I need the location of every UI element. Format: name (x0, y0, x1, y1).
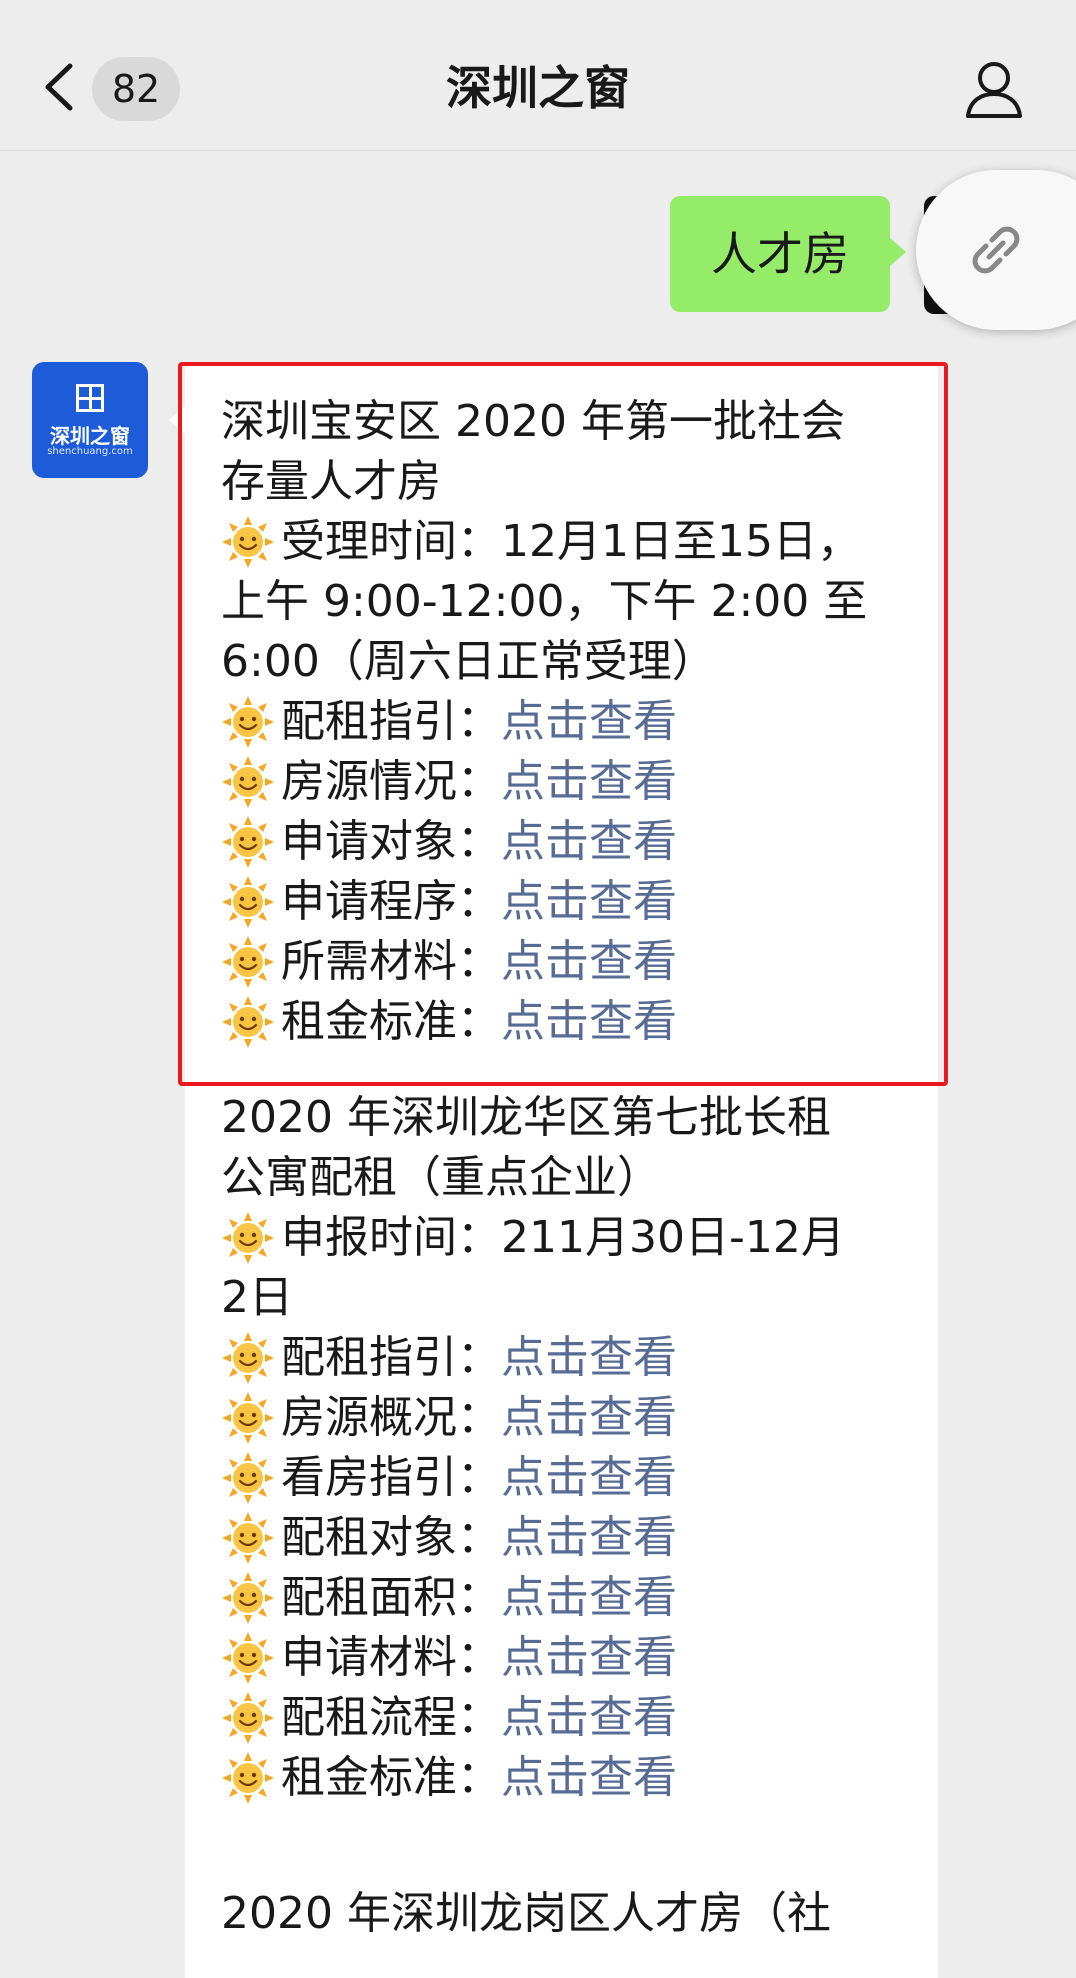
sun-emoji-icon (221, 875, 275, 929)
list-item: 房源概况： 点击查看 (221, 1388, 911, 1448)
sun-emoji-icon (221, 935, 275, 989)
sun-emoji-icon (221, 1451, 275, 1505)
window-logo-icon (76, 384, 104, 412)
time-line: 申报时间：211月30日-12月 (221, 1208, 911, 1268)
view-link[interactable]: 点击查看 (501, 872, 677, 932)
list-item: 配租面积： 点击查看 (221, 1568, 911, 1628)
view-link[interactable]: 点击查看 (501, 1328, 677, 1388)
item-label: 房源概况： (281, 1392, 501, 1443)
sun-emoji-icon (221, 1391, 275, 1445)
section-title-line: 2020 年深圳龙华区第七批长租 (221, 1092, 831, 1143)
view-link[interactable]: 点击查看 (501, 992, 677, 1052)
item-label: 配租面积： (281, 1572, 501, 1623)
view-link[interactable]: 点击查看 (501, 1748, 677, 1808)
list-item: 租金标准： 点击查看 (221, 1748, 911, 1808)
item-label: 看房指引： (281, 1452, 501, 1503)
section-title-line: 2020 年深圳龙岗区人才房（社 (221, 1888, 831, 1939)
section-title-line: 深圳宝安区 2020 年第一批社会 (221, 396, 845, 447)
time-line: 2日 (221, 1272, 293, 1323)
sun-emoji-icon (221, 1631, 275, 1685)
floating-link-button[interactable] (916, 170, 1076, 330)
sun-emoji-icon (221, 995, 275, 1049)
section-title-line: 公寓配租（重点企业） (221, 1152, 661, 1203)
bot-message-bubble: 深圳宝安区 2020 年第一批社会 存量人才房 受理时间：12月1日至15日， … (169, 362, 938, 1978)
item-label: 租金标准： (281, 1752, 501, 1803)
item-label: 申请材料： (281, 1632, 501, 1683)
list-item: 租金标准： 点击查看 (221, 992, 911, 1052)
view-link[interactable]: 点击查看 (501, 1508, 677, 1568)
sun-emoji-icon (221, 1751, 275, 1805)
view-link[interactable]: 点击查看 (501, 692, 677, 752)
list-item: 看房指引： 点击查看 (221, 1448, 911, 1508)
list-item: 配租对象： 点击查看 (221, 1508, 911, 1568)
sun-emoji-icon (221, 1211, 275, 1265)
time-line: 受理时间：12月1日至15日， (221, 512, 911, 572)
list-item: 配租指引： 点击查看 (221, 1328, 911, 1388)
sun-emoji-icon (221, 1511, 275, 1565)
item-label: 所需材料： (281, 936, 501, 987)
view-link[interactable]: 点击查看 (501, 1568, 677, 1628)
view-link[interactable]: 点击查看 (501, 1688, 677, 1748)
time-line: 6:00（周六日正常受理） (221, 636, 716, 687)
list-item: 配租指引： 点击查看 (221, 692, 911, 752)
view-link[interactable]: 点击查看 (501, 812, 677, 872)
sun-emoji-icon (221, 815, 275, 869)
user-message-bubble[interactable]: 人才房 (670, 196, 906, 312)
list-item: 申请程序： 点击查看 (221, 872, 911, 932)
person-icon[interactable] (962, 56, 1026, 120)
view-link[interactable]: 点击查看 (501, 752, 677, 812)
item-label: 配租对象： (281, 1512, 501, 1563)
sun-emoji-icon (221, 695, 275, 749)
avatar-logo-subtext: shenchuang.com (47, 446, 133, 457)
sun-emoji-icon (221, 515, 275, 569)
section-title-line: 存量人才房 (221, 456, 441, 507)
item-label: 配租指引： (281, 1332, 501, 1383)
sun-emoji-icon (221, 755, 275, 809)
list-item: 所需材料： 点击查看 (221, 932, 911, 992)
time-line: 上午 9:00-12:00，下午 2:00 至 (221, 576, 868, 627)
avatar-logo-text: 深圳之窗 (50, 424, 130, 448)
bot-avatar[interactable]: 深圳之窗 shenchuang.com (32, 362, 148, 478)
item-label: 房源情况： (281, 756, 501, 807)
item-label: 配租指引： (281, 696, 501, 747)
item-label: 申请程序： (281, 876, 501, 927)
sun-emoji-icon (221, 1691, 275, 1745)
list-item: 申请材料： 点击查看 (221, 1628, 911, 1688)
view-link[interactable]: 点击查看 (501, 1448, 677, 1508)
item-label: 租金标准： (281, 996, 501, 1047)
view-link[interactable]: 点击查看 (501, 932, 677, 992)
link-icon (972, 226, 1020, 274)
list-item: 申请对象： 点击查看 (221, 812, 911, 872)
list-item: 配租流程： 点击查看 (221, 1688, 911, 1748)
view-link[interactable]: 点击查看 (501, 1628, 677, 1688)
sun-emoji-icon (221, 1331, 275, 1385)
list-item: 房源情况： 点击查看 (221, 752, 911, 812)
view-link[interactable]: 点击查看 (501, 1388, 677, 1448)
item-label: 配租流程： (281, 1692, 501, 1743)
message-content: 深圳宝安区 2020 年第一批社会 存量人才房 受理时间：12月1日至15日， … (221, 392, 911, 1944)
item-label: 申请对象： (281, 816, 501, 867)
nav-bar: 82 深圳之窗 (0, 0, 1076, 151)
chat-title: 深圳之窗 (446, 61, 630, 115)
sun-emoji-icon (221, 1571, 275, 1625)
